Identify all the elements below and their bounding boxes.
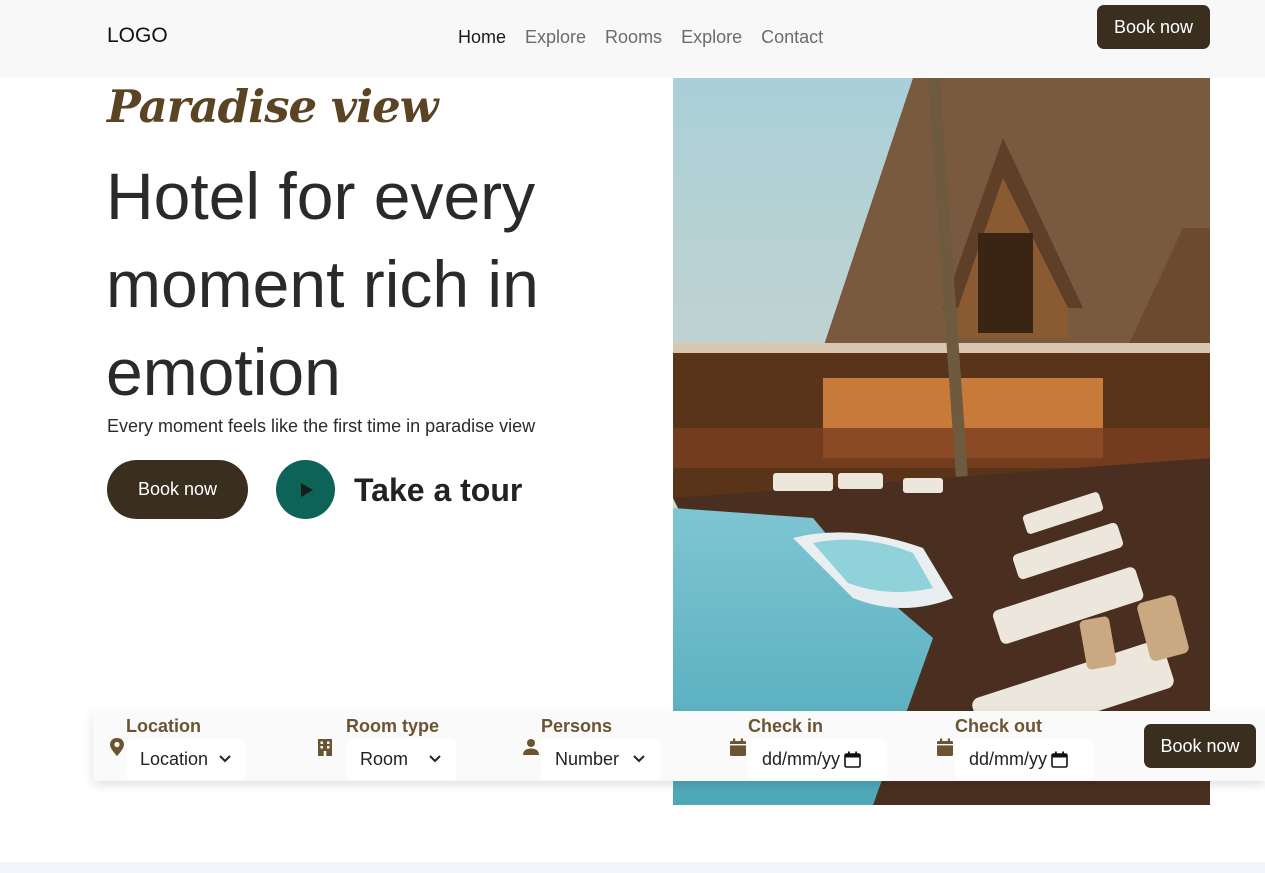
chevron-down-icon: [219, 755, 231, 763]
location-field: Location Location: [107, 711, 307, 781]
persons-field: Persons Number: [521, 711, 721, 781]
check-in-label: Check in: [748, 716, 824, 736]
nav-link-rooms[interactable]: Rooms: [605, 27, 662, 48]
check-out-label: Check out: [955, 716, 1043, 736]
calendar-picker-icon[interactable]: [844, 751, 861, 768]
persons-select[interactable]: Number: [541, 739, 660, 780]
chevron-down-icon: [429, 755, 441, 763]
room-type-field: Room type Room: [315, 711, 515, 781]
persons-select-value: Number: [555, 749, 620, 769]
room-type-select-value: Room: [360, 749, 409, 769]
location-select[interactable]: Location: [126, 739, 246, 780]
top-navbar: LOGO Home Explore Rooms Explore Contact …: [0, 0, 1265, 77]
check-in-date-input[interactable]: dd/mm/yy: [748, 739, 887, 780]
nav-link-explore-2[interactable]: Explore: [681, 27, 742, 48]
chevron-down-icon: [633, 755, 645, 763]
building-icon: [318, 739, 332, 756]
hotel-pool-photo: [673, 78, 1210, 805]
check-out-placeholder: dd/mm/yy: [969, 749, 1048, 769]
play-tour-button[interactable]: [276, 460, 335, 519]
nav-link-explore[interactable]: Explore: [525, 27, 586, 48]
check-out-date-input[interactable]: dd/mm/yy: [955, 739, 1094, 780]
footer-strip: [0, 862, 1265, 873]
nav-link-contact[interactable]: Contact: [761, 27, 823, 48]
hero-headline: Hotel for every moment rich in emotion: [106, 159, 539, 409]
room-type-label: Room type: [346, 716, 440, 736]
check-in-field: Check in dd/mm/yy: [728, 711, 928, 781]
take-a-tour-link[interactable]: Take a tour: [354, 472, 522, 509]
play-icon: [300, 482, 313, 497]
hero-book-now-button[interactable]: Book now: [107, 460, 248, 519]
booking-bar: Location Location Room type Room Persons…: [93, 711, 1265, 781]
calendar-icon: [937, 738, 953, 756]
person-icon: [523, 739, 539, 755]
booking-submit-button[interactable]: Book now: [1144, 724, 1256, 768]
location-label: Location: [126, 716, 201, 736]
room-type-select[interactable]: Room: [346, 739, 456, 780]
calendar-icon: [730, 738, 746, 756]
calendar-picker-icon[interactable]: [1051, 751, 1068, 768]
logo[interactable]: LOGO: [107, 24, 168, 48]
location-select-value: Location: [140, 749, 209, 769]
nav-links: Home Explore Rooms Explore Contact: [458, 27, 842, 48]
persons-label: Persons: [541, 716, 613, 736]
check-out-field: Check out dd/mm/yy: [935, 711, 1135, 781]
nav-link-home[interactable]: Home: [458, 27, 506, 48]
check-in-placeholder: dd/mm/yy: [762, 749, 841, 769]
map-pin-icon: [110, 738, 124, 756]
hero-tagline: Paradise view: [107, 80, 438, 133]
hero-subtitle: Every moment feels like the first time i…: [107, 416, 536, 436]
nav-book-now-button[interactable]: Book now: [1097, 5, 1210, 49]
